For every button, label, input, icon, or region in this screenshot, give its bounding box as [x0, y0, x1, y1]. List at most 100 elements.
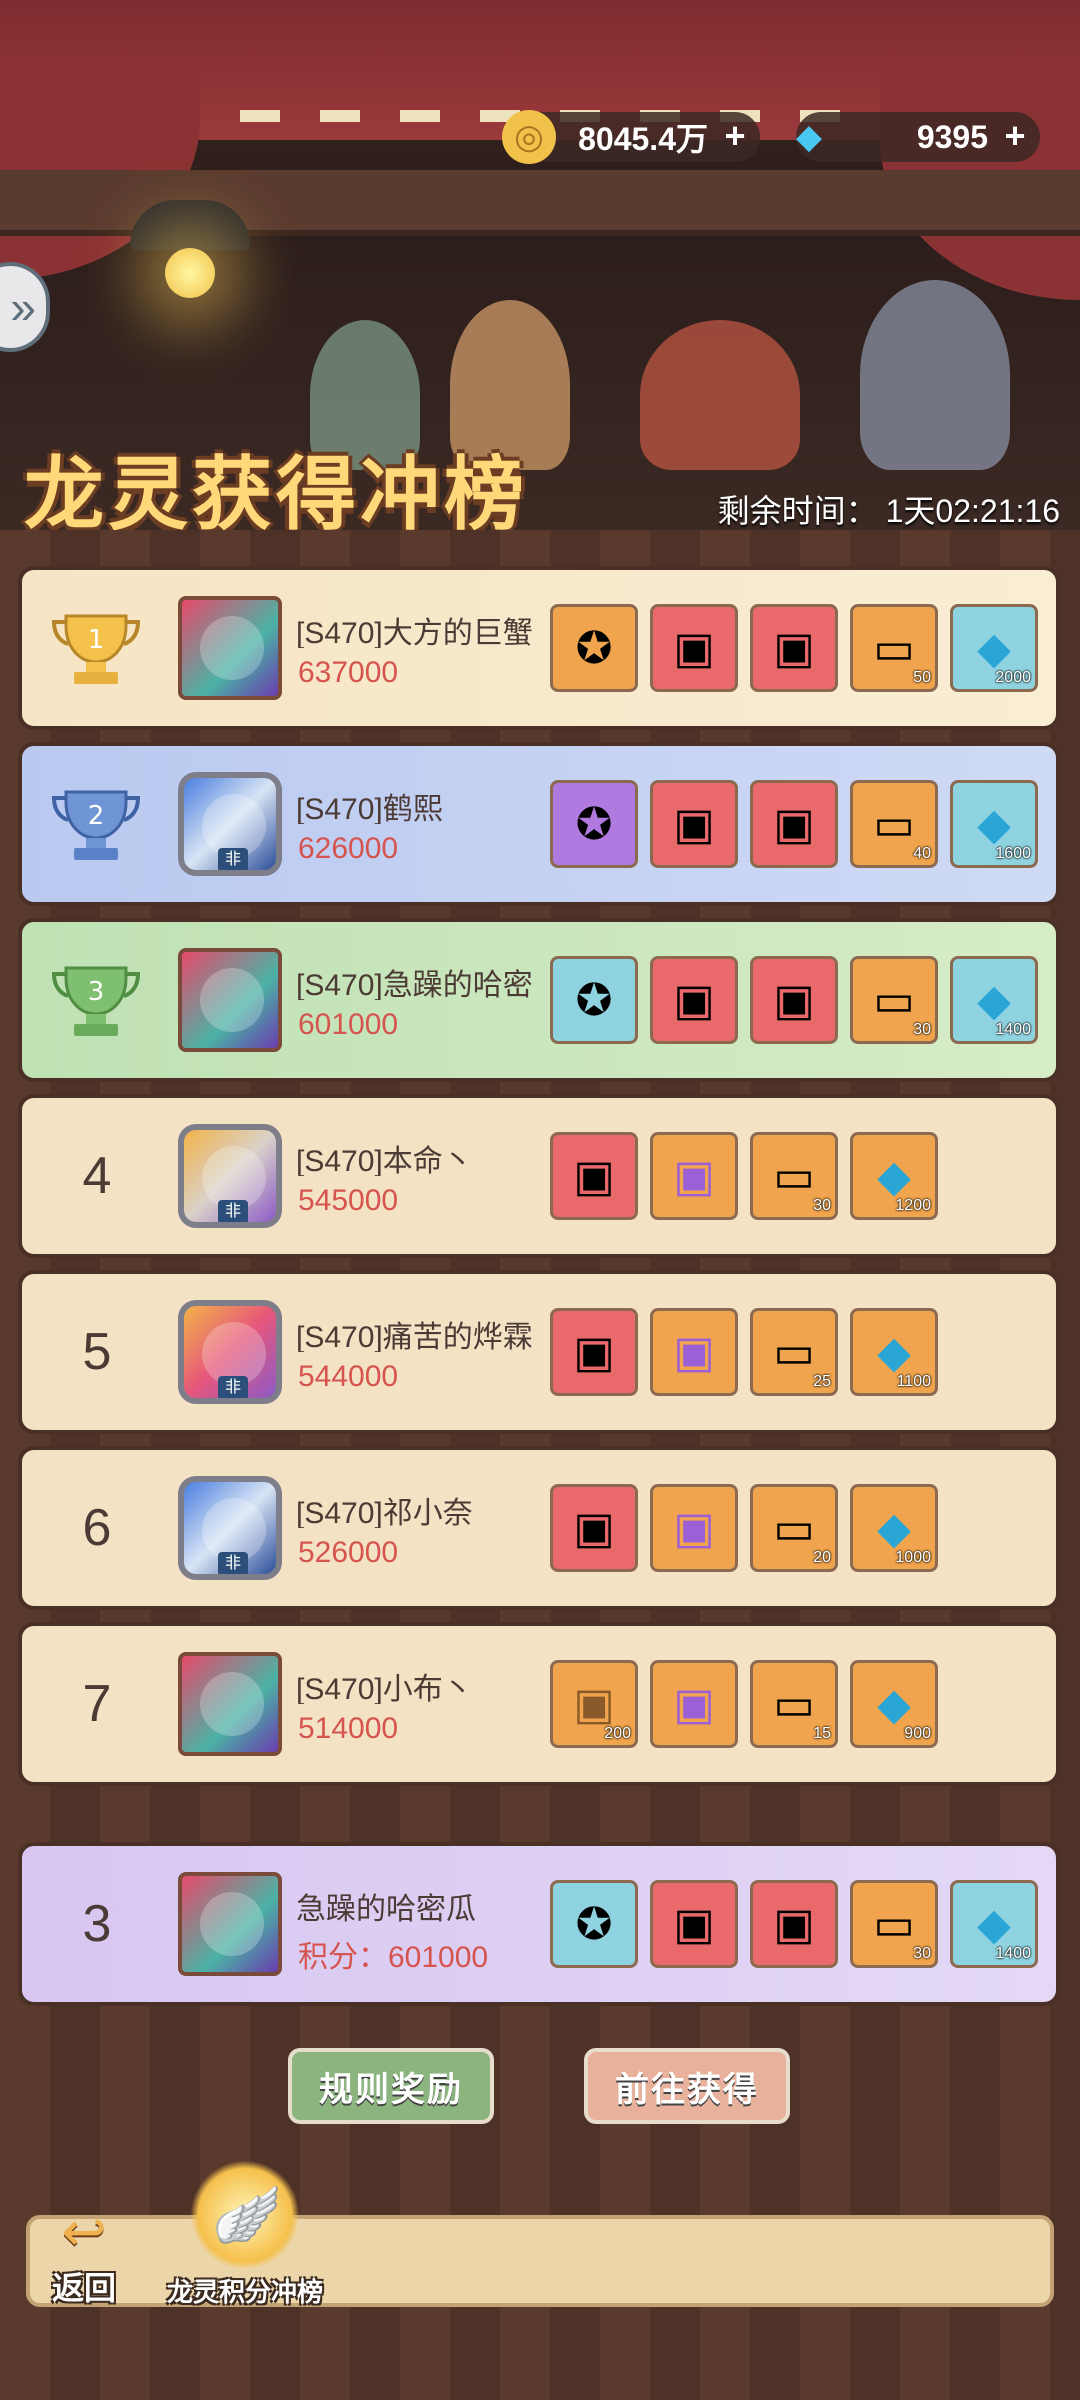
- gold-chest-icon[interactable]: ▣: [550, 1308, 638, 1396]
- purple-spirit-icon[interactable]: ✪: [550, 780, 638, 868]
- rank-row-2[interactable]: 2 非 [S470]鹤熙 626000 ✪ ▣ ▣ ▭ 40 ◆ 1600: [18, 742, 1060, 906]
- diamond-icon[interactable]: ◆ 1100: [850, 1308, 938, 1396]
- timer-label: 剩余时间：: [717, 493, 878, 529]
- silver-trophy-icon: 2: [46, 782, 146, 866]
- diamond-icon[interactable]: ◆ 1400: [950, 1880, 1038, 1968]
- reward-list: ▣ ▣ ▭ 30 ◆ 1200: [550, 1132, 938, 1220]
- rank-row-5[interactable]: 5 非 [S470]痛苦的烨霖 544000 ▣ ▣ ▭ 25 ◆ 1100: [18, 1270, 1060, 1434]
- page-title: 龙灵获得冲榜: [24, 450, 528, 530]
- red-chest-icon[interactable]: ▣: [550, 1132, 638, 1220]
- go-obtain-button[interactable]: 前往获得: [584, 2048, 790, 2124]
- purple-chest-icon[interactable]: ▣: [650, 1308, 738, 1396]
- gold-coin-icon: ◎: [502, 110, 556, 164]
- orange-spirit-icon[interactable]: ✪: [550, 604, 638, 692]
- lamp-icon: [110, 170, 270, 330]
- diamond-icon[interactable]: ◆ 1000: [850, 1484, 938, 1572]
- reward-count: 30: [813, 1197, 831, 1214]
- red-purple-chest-icon[interactable]: ▣: [750, 780, 838, 868]
- my-rank-row[interactable]: 3 急躁的哈密瓜 积分：601000 ✪ ▣ ▣ ▭ 30 ◆ 1400: [18, 1842, 1060, 2006]
- wood-chest-icon[interactable]: ▣ 200: [550, 1660, 638, 1748]
- player-score: 544000: [298, 1360, 399, 1393]
- avatar[interactable]: [178, 1652, 282, 1756]
- red-purple-chest-icon[interactable]: ▣: [750, 1880, 838, 1968]
- tab-label: 龙灵积分冲榜: [166, 2277, 323, 2307]
- ticket-icon[interactable]: ▭ 25: [750, 1308, 838, 1396]
- gold-chest-icon[interactable]: ▣: [650, 780, 738, 868]
- tab-dragon-ranking[interactable]: 🪽 龙灵积分冲榜: [150, 2160, 340, 2310]
- red-purple-chest-icon[interactable]: ▣: [750, 604, 838, 692]
- diamond-icon[interactable]: ◆ 1200: [850, 1132, 938, 1220]
- add-gold-button[interactable]: +: [718, 118, 752, 154]
- player-score: 626000: [298, 832, 399, 865]
- reward-list: ▣ ▣ ▭ 20 ◆ 1000: [550, 1484, 938, 1572]
- ticket-icon[interactable]: ▭ 30: [850, 956, 938, 1044]
- add-diamond-button[interactable]: +: [998, 118, 1032, 154]
- avatar[interactable]: 非: [178, 1124, 282, 1228]
- avatar[interactable]: [178, 948, 282, 1052]
- ticket-icon[interactable]: ▭ 30: [850, 1880, 938, 1968]
- avatar[interactable]: 非: [178, 772, 282, 876]
- wing-icon: 🪽: [212, 2183, 282, 2246]
- reward-count: 40: [913, 845, 931, 862]
- cyan-spirit-icon[interactable]: ✪: [550, 956, 638, 1044]
- diamond-icon[interactable]: ◆ 2000: [950, 604, 1038, 692]
- rank-row-1[interactable]: 1 [S470]大方的巨蟹 637000 ✪ ▣ ▣ ▭ 50 ◆ 2000: [18, 566, 1060, 730]
- reward-count: 1600: [995, 845, 1031, 862]
- ticket-icon[interactable]: ▭ 40: [850, 780, 938, 868]
- countdown: 剩余时间： 1天02:21:16: [718, 486, 1060, 530]
- reward-count: 1000: [895, 1549, 931, 1566]
- bottom-panel: 3 急躁的哈密瓜 积分：601000 ✪ ▣ ▣ ▭ 30 ◆ 1400 规则奖励 …: [0, 1820, 1080, 2400]
- player-name: [S470]本命丶: [296, 1145, 473, 1176]
- diamond-icon[interactable]: ◆ 1600: [950, 780, 1038, 868]
- red-chest-icon[interactable]: ▣: [550, 1484, 638, 1572]
- rank-number: 6: [82, 1499, 112, 1557]
- avatar[interactable]: [178, 1872, 282, 1976]
- rank-row-7[interactable]: 7 [S470]小布丶 514000 ▣ 200 ▣ ▭ 15 ◆ 900: [18, 1622, 1060, 1786]
- reward-count: 1400: [995, 1021, 1031, 1038]
- avatar[interactable]: 非: [178, 1300, 282, 1404]
- reward-count: 200: [604, 1725, 631, 1742]
- rank-number: 7: [82, 1675, 112, 1733]
- purple-chest-icon[interactable]: ▣: [650, 1484, 738, 1572]
- rank-row-4[interactable]: 4 非 [S470]本命丶 545000 ▣ ▣ ▭ 30 ◆ 1200: [18, 1094, 1060, 1258]
- diamond-icon: ◆: [795, 118, 823, 156]
- player-name: [S470]大方的巨蟹: [296, 617, 533, 648]
- purple-chest-icon[interactable]: ▣: [650, 1660, 738, 1748]
- avatar[interactable]: 非: [178, 1476, 282, 1580]
- rank-row-3[interactable]: 3 [S470]急躁的哈密 601000 ✪ ▣ ▣ ▭ 30 ◆ 1400: [18, 918, 1060, 1082]
- ticket-icon[interactable]: ▭ 50: [850, 604, 938, 692]
- ticket-icon[interactable]: ▭ 20: [750, 1484, 838, 1572]
- red-chest-icon[interactable]: ▣: [650, 1880, 738, 1968]
- player-score: 601000: [298, 1008, 399, 1041]
- red-chest-icon[interactable]: ▣: [650, 604, 738, 692]
- ticket-icon[interactable]: ▭ 15: [750, 1660, 838, 1748]
- reward-count: 900: [904, 1725, 931, 1742]
- back-button[interactable]: ↩ 返回: [44, 2200, 124, 2310]
- rank-number: 3: [82, 1895, 112, 1953]
- rank-row-6[interactable]: 6 非 [S470]祁小奈 526000 ▣ ▣ ▭ 20 ◆ 1000: [18, 1446, 1060, 1610]
- diamond-icon[interactable]: ◆ 1400: [950, 956, 1038, 1044]
- red-purple-chest-icon[interactable]: ▣: [750, 956, 838, 1044]
- score-value: 601000: [388, 1941, 489, 1974]
- ranking-list[interactable]: 1 [S470]大方的巨蟹 637000 ✪ ▣ ▣ ▭ 50 ◆ 2000 2 非…: [0, 530, 1080, 1820]
- svg-text:2: 2: [88, 801, 105, 831]
- purple-chest-icon[interactable]: ▣: [650, 1132, 738, 1220]
- reward-count: 1200: [895, 1197, 931, 1214]
- ticket-icon[interactable]: ▭ 30: [750, 1132, 838, 1220]
- stage-banner: » 龙灵获得冲榜 剩余时间： 1天02:21:16: [0, 0, 1080, 530]
- rank-number: 5: [82, 1323, 112, 1381]
- red-chest-icon[interactable]: ▣: [650, 956, 738, 1044]
- title-wrap: 龙灵获得冲榜: [24, 430, 584, 530]
- reward-count: 30: [913, 1021, 931, 1038]
- reward-count: 50: [913, 669, 931, 686]
- reward-count: 20: [813, 1549, 831, 1566]
- player-name: [S470]痛苦的烨霖: [296, 1321, 533, 1352]
- avatar[interactable]: [178, 596, 282, 700]
- diamond-currency: ◆ 9395 +: [796, 112, 1040, 162]
- player-name: [S470]鹤熙: [296, 793, 443, 824]
- diamond-icon[interactable]: ◆ 900: [850, 1660, 938, 1748]
- rules-reward-button[interactable]: 规则奖励: [288, 2048, 494, 2124]
- cyan-spirit-icon[interactable]: ✪: [550, 1880, 638, 1968]
- player-name: [S470]祁小奈: [296, 1497, 473, 1528]
- reward-count: 30: [913, 1945, 931, 1962]
